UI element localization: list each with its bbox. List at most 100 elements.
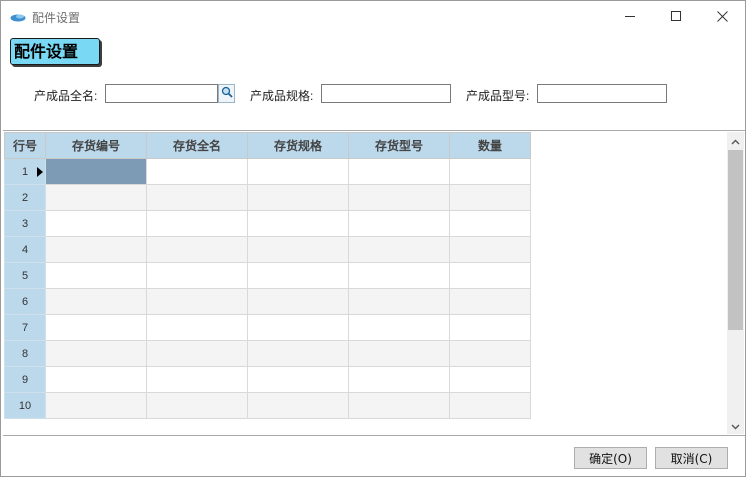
- quantity-cell[interactable]: [449, 366, 531, 393]
- spec-input[interactable]: [321, 84, 451, 103]
- cancel-button[interactable]: 取消(C): [655, 447, 728, 469]
- close-button[interactable]: [699, 1, 745, 31]
- item-code-cell[interactable]: [45, 158, 147, 185]
- item-model-cell[interactable]: [348, 158, 450, 185]
- row-number-cell[interactable]: 6: [4, 288, 46, 315]
- table-row[interactable]: 1: [4, 158, 531, 185]
- quantity-cell[interactable]: [449, 314, 531, 341]
- row-number-cell[interactable]: 7: [4, 314, 46, 341]
- item-name-cell[interactable]: [146, 340, 248, 367]
- quantity-cell[interactable]: [449, 236, 531, 263]
- table-row[interactable]: 3: [4, 210, 531, 237]
- item-code-cell[interactable]: [45, 236, 147, 263]
- scroll-down-button[interactable]: [727, 417, 744, 434]
- row-number-cell[interactable]: 5: [4, 262, 46, 289]
- quantity-cell[interactable]: [449, 262, 531, 289]
- item-model-cell[interactable]: [348, 184, 450, 211]
- accessory-grid[interactable]: 行号 存货编号 存货全名 存货规格 存货型号 数量 1 2 3 4 5 6 7 …: [3, 130, 745, 436]
- item-spec-cell[interactable]: [247, 210, 349, 237]
- scrollbar-thumb[interactable]: [728, 150, 743, 330]
- item-name-cell[interactable]: [146, 392, 248, 419]
- row-number: 1: [21, 165, 29, 178]
- search-icon: [221, 86, 233, 101]
- item-name-cell[interactable]: [146, 262, 248, 289]
- item-code-cell[interactable]: [45, 288, 147, 315]
- item-name-cell[interactable]: [146, 366, 248, 393]
- item-model-cell[interactable]: [348, 210, 450, 237]
- minimize-button[interactable]: [607, 1, 653, 31]
- column-header-quantity[interactable]: 数量: [449, 132, 531, 159]
- item-name-cell[interactable]: [146, 158, 248, 185]
- item-name-cell[interactable]: [146, 236, 248, 263]
- full-name-input[interactable]: [105, 84, 218, 103]
- quantity-cell[interactable]: [449, 184, 531, 211]
- item-name-cell[interactable]: [146, 184, 248, 211]
- model-input[interactable]: [537, 84, 667, 103]
- chevron-up-icon: [731, 134, 740, 148]
- table-row[interactable]: 9: [4, 366, 531, 393]
- item-name-cell[interactable]: [146, 210, 248, 237]
- item-name-cell[interactable]: [146, 314, 248, 341]
- item-spec-cell[interactable]: [247, 262, 349, 289]
- model-label: 产成品型号:: [466, 89, 530, 103]
- column-header-item-model[interactable]: 存货型号: [348, 132, 450, 159]
- table-row[interactable]: 2: [4, 184, 531, 211]
- item-spec-cell[interactable]: [247, 184, 349, 211]
- column-header-item-name[interactable]: 存货全名: [146, 132, 248, 159]
- close-icon: [716, 10, 728, 22]
- item-name-cell[interactable]: [146, 288, 248, 315]
- column-header-item-spec[interactable]: 存货规格: [247, 132, 349, 159]
- minimize-icon: [624, 11, 636, 22]
- item-spec-cell[interactable]: [247, 314, 349, 341]
- quantity-cell[interactable]: [449, 340, 531, 367]
- item-code-cell[interactable]: [45, 340, 147, 367]
- item-model-cell[interactable]: [348, 392, 450, 419]
- item-model-cell[interactable]: [348, 236, 450, 263]
- table-row[interactable]: 7: [4, 314, 531, 341]
- item-model-cell[interactable]: [348, 262, 450, 289]
- quantity-cell[interactable]: [449, 288, 531, 315]
- item-spec-cell[interactable]: [247, 236, 349, 263]
- item-code-cell[interactable]: [45, 210, 147, 237]
- vertical-scrollbar[interactable]: [727, 132, 744, 434]
- table-row[interactable]: 10: [4, 392, 531, 419]
- item-model-cell[interactable]: [348, 288, 450, 315]
- item-model-cell[interactable]: [348, 314, 450, 341]
- item-spec-cell[interactable]: [247, 288, 349, 315]
- column-header-row-number[interactable]: 行号: [4, 132, 46, 159]
- item-spec-cell[interactable]: [247, 340, 349, 367]
- column-header-item-code[interactable]: 存货编号: [45, 132, 147, 159]
- row-number-cell[interactable]: 1: [4, 158, 46, 185]
- item-spec-cell[interactable]: [247, 158, 349, 185]
- row-number-cell[interactable]: 9: [4, 366, 46, 393]
- item-spec-cell[interactable]: [247, 366, 349, 393]
- title-bar[interactable]: 配件设置: [1, 1, 745, 31]
- quantity-cell[interactable]: [449, 392, 531, 419]
- item-code-cell[interactable]: [45, 262, 147, 289]
- ok-button[interactable]: 确定(O): [574, 447, 647, 469]
- item-code-cell[interactable]: [45, 184, 147, 211]
- row-number-cell[interactable]: 2: [4, 184, 46, 211]
- row-number-cell[interactable]: 10: [4, 392, 46, 419]
- full-name-label: 产成品全名:: [34, 89, 98, 103]
- item-spec-cell[interactable]: [247, 392, 349, 419]
- maximize-button[interactable]: [653, 1, 699, 31]
- item-model-cell[interactable]: [348, 366, 450, 393]
- window-title: 配件设置: [32, 11, 81, 25]
- item-code-cell[interactable]: [45, 366, 147, 393]
- scroll-up-button[interactable]: [727, 132, 744, 149]
- quantity-cell[interactable]: [449, 210, 531, 237]
- row-number-cell[interactable]: 3: [4, 210, 46, 237]
- table-row[interactable]: 6: [4, 288, 531, 315]
- item-code-cell[interactable]: [45, 314, 147, 341]
- row-number-cell[interactable]: 4: [4, 236, 46, 263]
- table-row[interactable]: 4: [4, 236, 531, 263]
- row-number-cell[interactable]: 8: [4, 340, 46, 367]
- table-row[interactable]: 5: [4, 262, 531, 289]
- quantity-cell[interactable]: [449, 158, 531, 185]
- chevron-down-icon: [731, 419, 740, 433]
- item-model-cell[interactable]: [348, 340, 450, 367]
- table-row[interactable]: 8: [4, 340, 531, 367]
- lookup-button[interactable]: [218, 84, 235, 103]
- item-code-cell[interactable]: [45, 392, 147, 419]
